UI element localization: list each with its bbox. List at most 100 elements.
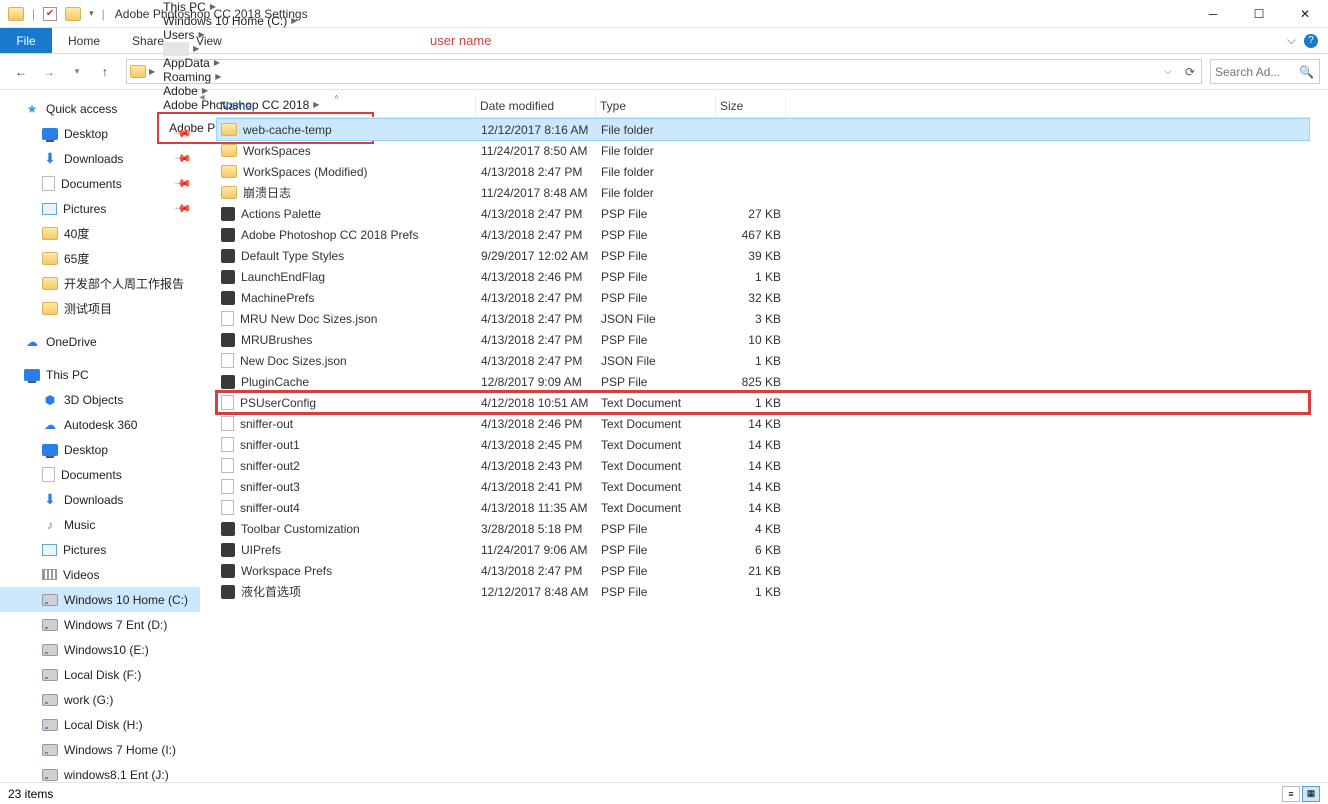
quick-desktop[interactable]: Desktop📌 xyxy=(0,121,200,146)
addr-root-chevron-icon[interactable]: ▶ xyxy=(149,67,155,76)
col-date[interactable]: Date modified xyxy=(476,94,596,117)
file-row[interactable]: sniffer-out4/13/2018 2:46 PMText Documen… xyxy=(217,413,1309,434)
breadcrumb-4[interactable]: AppData▶ xyxy=(157,56,374,70)
quick-pictures[interactable]: Pictures📌 xyxy=(0,196,200,221)
col-type[interactable]: Type xyxy=(596,94,716,117)
pc-item-9[interactable]: Windows 7 Ent (D:) xyxy=(0,612,200,637)
psp-icon xyxy=(221,207,235,221)
forward-button[interactable]: → xyxy=(36,59,62,85)
this-pc[interactable]: This PC xyxy=(0,362,200,387)
file-name: Adobe Photoshop CC 2018 Prefs xyxy=(241,228,418,242)
help-icon[interactable]: ? xyxy=(1304,34,1318,48)
file-row[interactable]: Actions Palette4/13/2018 2:47 PMPSP File… xyxy=(217,203,1309,224)
file-row[interactable]: sniffer-out24/13/2018 2:43 PMText Docume… xyxy=(217,455,1309,476)
file-row[interactable]: Adobe Photoshop CC 2018 Prefs4/13/2018 2… xyxy=(217,224,1309,245)
pc-item-13[interactable]: Local Disk (H:) xyxy=(0,712,200,737)
file-row[interactable]: Default Type Styles9/29/2017 12:02 AMPSP… xyxy=(217,245,1309,266)
pc-item-5[interactable]: ♪Music xyxy=(0,512,200,537)
view-details-button[interactable]: ≡ xyxy=(1282,786,1300,802)
recent-item-0[interactable]: 40度 xyxy=(0,221,200,246)
pc-item-6[interactable]: Pictures xyxy=(0,537,200,562)
breadcrumb-5[interactable]: Roaming▶ xyxy=(157,70,374,84)
file-row[interactable]: web-cache-temp12/12/2017 8:16 AMFile fol… xyxy=(217,119,1309,140)
file-size: 10 KB xyxy=(717,333,787,347)
file-name: MRUBrushes xyxy=(241,333,312,347)
pc-item-10[interactable]: Windows10 (E:) xyxy=(0,637,200,662)
pin-icon: 📌 xyxy=(174,174,193,193)
pc-item-1[interactable]: ☁Autodesk 360 xyxy=(0,412,200,437)
pc-item-4[interactable]: ⬇Downloads xyxy=(0,487,200,512)
maximize-button[interactable]: ☐ xyxy=(1236,0,1282,28)
pc-item-0[interactable]: ⬢3D Objects xyxy=(0,387,200,412)
file-row[interactable]: 崩溃日志11/24/2017 8:48 AMFile folder xyxy=(217,182,1309,203)
pc-item-3[interactable]: Documents xyxy=(0,462,200,487)
nav-pane[interactable]: ★Quick access Desktop📌⬇Downloads📌Documen… xyxy=(0,90,200,782)
pc-item-7[interactable]: Videos xyxy=(0,562,200,587)
file-row[interactable]: WorkSpaces11/24/2017 8:50 AMFile folder xyxy=(217,140,1309,161)
breadcrumb-2[interactable]: Users▶ xyxy=(157,28,374,42)
file-row[interactable]: PSUserConfig4/12/2018 10:51 AMText Docum… xyxy=(217,392,1309,413)
recent-item-2[interactable]: 开发部个人周工作报告 xyxy=(0,271,200,296)
col-size[interactable]: Size xyxy=(716,94,786,117)
file-size: 21 KB xyxy=(717,564,787,578)
pc-item-2[interactable]: Desktop xyxy=(0,437,200,462)
breadcrumb-1[interactable]: Windows 10 Home (C:)▶ xyxy=(157,14,374,28)
file-row[interactable]: MRUBrushes4/13/2018 2:47 PMPSP File10 KB xyxy=(217,329,1309,350)
file-row[interactable]: sniffer-out14/13/2018 2:45 PMText Docume… xyxy=(217,434,1309,455)
file-row[interactable]: WorkSpaces (Modified)4/13/2018 2:47 PMFi… xyxy=(217,161,1309,182)
tab-home[interactable]: Home xyxy=(52,28,116,53)
pc-item-11[interactable]: Local Disk (F:) xyxy=(0,662,200,687)
file-row[interactable]: sniffer-out44/13/2018 11:35 AMText Docum… xyxy=(217,497,1309,518)
column-headers[interactable]: Name Date modified Type Size ˄ xyxy=(216,94,1310,118)
file-row[interactable]: New Doc Sizes.json4/13/2018 2:47 PMJSON … xyxy=(217,350,1309,371)
file-row[interactable]: LaunchEndFlag4/13/2018 2:46 PMPSP File1 … xyxy=(217,266,1309,287)
recent-locations-icon[interactable]: ▾ xyxy=(64,59,90,85)
pc-item-12[interactable]: work (G:) xyxy=(0,687,200,712)
recent-item-3[interactable]: 测试项目 xyxy=(0,296,200,321)
qat-customize-icon[interactable]: ▾ xyxy=(89,8,94,19)
minimize-button[interactable]: ─ xyxy=(1190,0,1236,28)
quick-downloads[interactable]: ⬇Downloads📌 xyxy=(0,146,200,171)
search-box[interactable]: 🔍 xyxy=(1210,59,1320,84)
back-button[interactable]: ← xyxy=(8,59,34,85)
file-row[interactable]: sniffer-out34/13/2018 2:41 PMText Docume… xyxy=(217,476,1309,497)
file-type: PSP File xyxy=(597,270,717,284)
pc-item-14[interactable]: Windows 7 Home (I:) xyxy=(0,737,200,762)
breadcrumb-3[interactable]: ▶ xyxy=(157,42,374,56)
close-button[interactable]: ✕ xyxy=(1282,0,1328,28)
addr-dropdown-icon[interactable]: ⌵ xyxy=(1157,60,1179,83)
file-icon xyxy=(221,416,234,431)
file-size: 27 KB xyxy=(717,207,787,221)
up-button[interactable]: ↑ xyxy=(92,59,118,85)
folder-icon xyxy=(221,165,237,178)
refresh-button[interactable]: ⟳ xyxy=(1179,60,1201,83)
file-list-pane[interactable]: Name Date modified Type Size ˄ web-cache… xyxy=(204,90,1328,782)
breadcrumb-0[interactable]: This PC▶ xyxy=(157,0,374,14)
quick-documents[interactable]: Documents📌 xyxy=(0,171,200,196)
file-row[interactable]: MachinePrefs4/13/2018 2:47 PMPSP File32 … xyxy=(217,287,1309,308)
tab-file[interactable]: File xyxy=(0,28,52,53)
status-bar: 23 items ≡ ▦ xyxy=(0,782,1328,804)
view-large-button[interactable]: ▦ xyxy=(1302,786,1320,802)
qat-sep: | xyxy=(32,7,35,21)
folder-icon xyxy=(221,144,237,157)
pc-item-15[interactable]: windows8.1 Ent (J:) xyxy=(0,762,200,782)
onedrive[interactable]: ☁OneDrive xyxy=(0,329,200,354)
file-name: sniffer-out1 xyxy=(240,438,300,452)
file-size: 32 KB xyxy=(717,291,787,305)
file-row[interactable]: PluginCache12/8/2017 9:09 AMPSP File825 … xyxy=(217,371,1309,392)
qat-properties-icon[interactable]: ✔ xyxy=(43,7,57,21)
search-input[interactable] xyxy=(1215,65,1295,79)
address-bar[interactable]: ▶ This PC▶Windows 10 Home (C:)▶Users▶▶Ap… xyxy=(126,59,1202,84)
ribbon-collapse-icon[interactable]: ⌵ xyxy=(1287,33,1296,48)
file-row[interactable]: UIPrefs11/24/2017 9:06 AMPSP File6 KB xyxy=(217,539,1309,560)
pc-item-8[interactable]: Windows 10 Home (C:) xyxy=(0,587,200,612)
file-row[interactable]: MRU New Doc Sizes.json4/13/2018 2:47 PMJ… xyxy=(217,308,1309,329)
quick-access[interactable]: ★Quick access xyxy=(0,96,200,121)
file-row[interactable]: Workspace Prefs4/13/2018 2:47 PMPSP File… xyxy=(217,560,1309,581)
file-row[interactable]: Toolbar Customization3/28/2018 5:18 PMPS… xyxy=(217,518,1309,539)
file-row[interactable]: 液化首选项12/12/2017 8:48 AMPSP File1 KB xyxy=(217,581,1309,602)
qat-newfolder-icon[interactable] xyxy=(65,7,81,21)
recent-item-1[interactable]: 65度 xyxy=(0,246,200,271)
col-name[interactable]: Name xyxy=(216,94,476,117)
